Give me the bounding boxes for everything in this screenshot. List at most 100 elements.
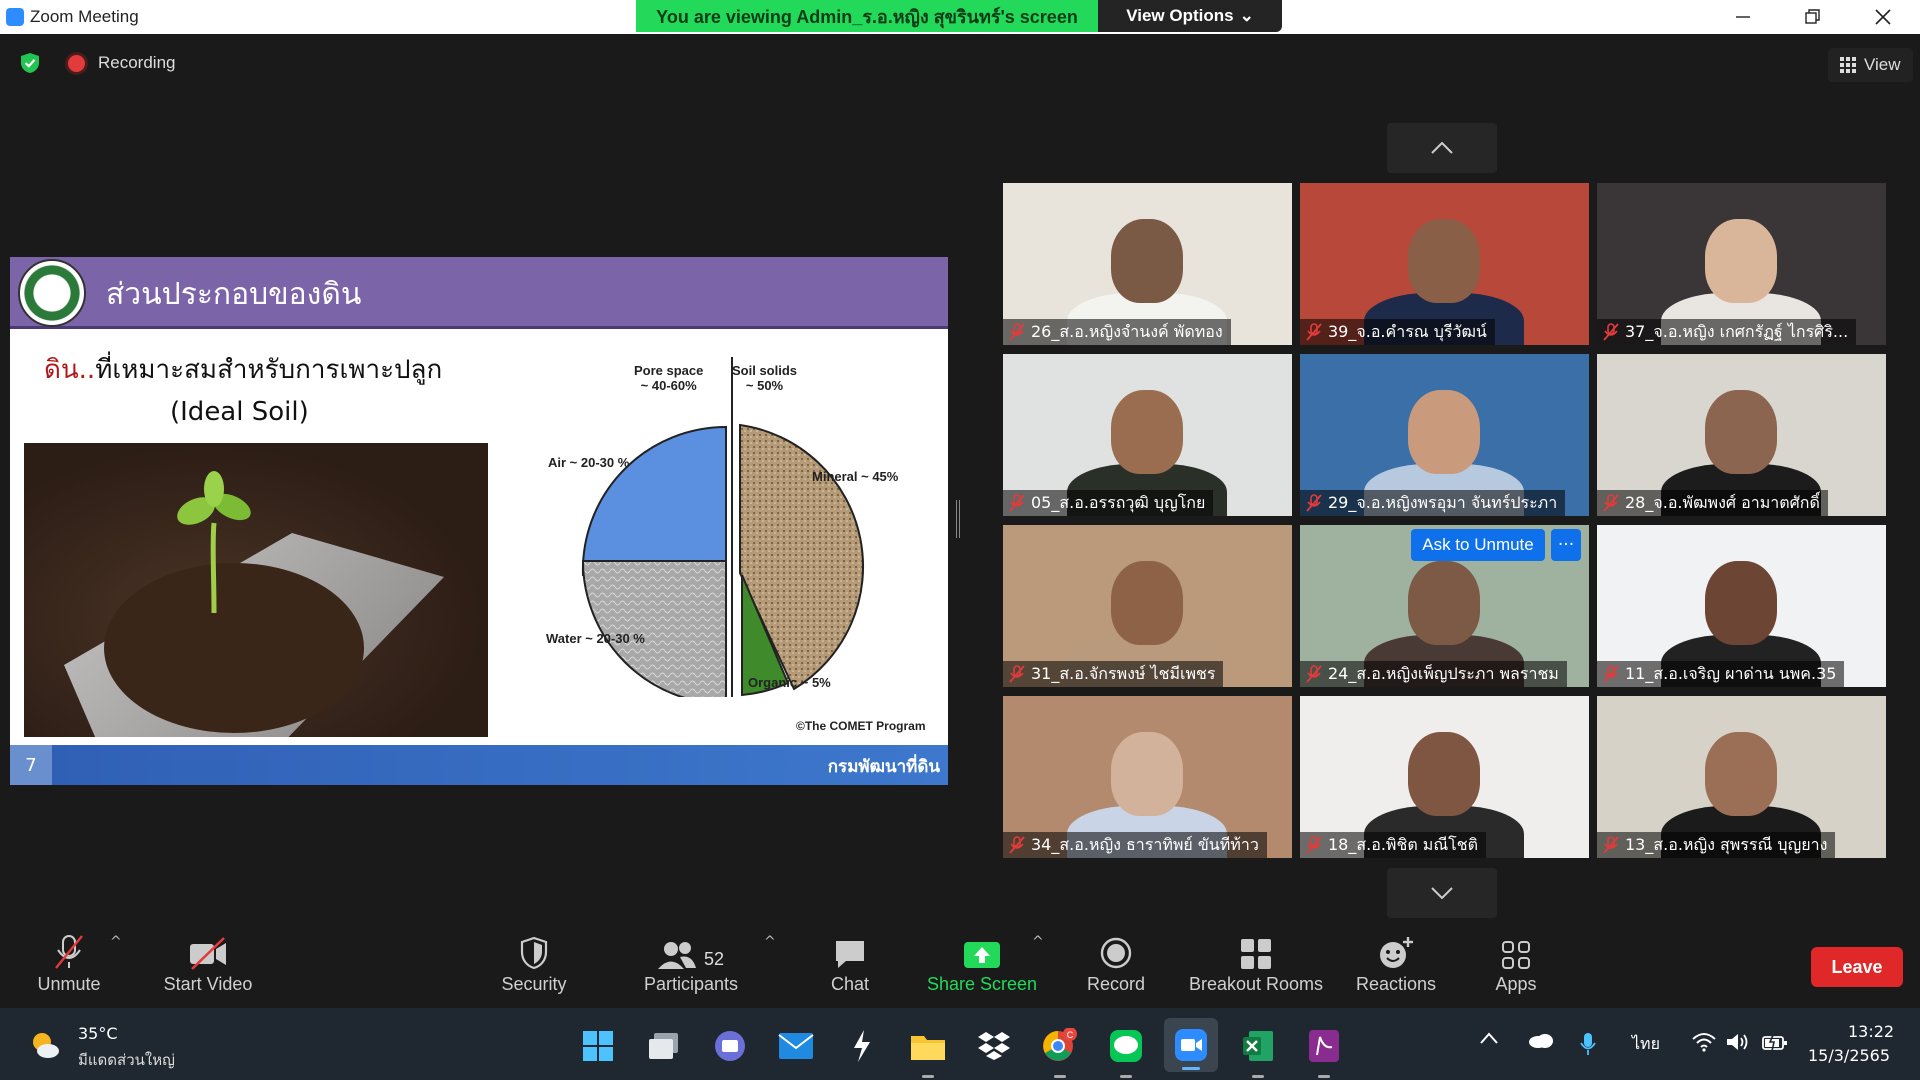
participant-tile[interactable]: 28_จ.อ.พัฒพงศ์ อามาตศักดิ์ — [1597, 354, 1886, 516]
file-explorer-app[interactable] — [908, 1026, 948, 1078]
task-view-button[interactable] — [644, 1026, 684, 1066]
chat-bubble-icon — [836, 941, 864, 968]
leave-meeting-button[interactable]: Leave — [1811, 947, 1903, 987]
teams-chat-app[interactable] — [710, 1026, 750, 1066]
minimize-icon — [1736, 16, 1750, 18]
soil-solids-text: Soil solids — [732, 363, 798, 378]
share-screen-button[interactable]: Share Screen — [920, 920, 1044, 1008]
microphone-tray[interactable] — [1580, 1032, 1596, 1056]
participant-tile[interactable]: 13_ส.อ.หญิง สุพรรณี บุญยาง — [1597, 696, 1886, 858]
input-language[interactable]: ไทย — [1632, 1032, 1660, 1057]
show-hidden-icons-button[interactable] — [1480, 1032, 1498, 1044]
share-options-caret[interactable]: ^ — [1032, 934, 1044, 950]
participant-name: 05_ส.อ.อรรถวุฒิ บุญโกย — [1031, 492, 1206, 512]
excel-app[interactable] — [1238, 1026, 1278, 1078]
minimize-button[interactable] — [1713, 0, 1773, 34]
participant-tile[interactable]: 39_จ.อ.คำรณ บุรีวัฒน์ — [1300, 183, 1589, 345]
weather-description[interactable]: มีแดดส่วนใหญ่ — [78, 1048, 175, 1072]
slide-subtitle: ดิน..ที่เหมาะสมสำหรับการเพาะปลูก — [44, 349, 442, 390]
clock-date[interactable]: 15/3/2565 — [1808, 1046, 1890, 1065]
security-button[interactable]: Security — [490, 920, 578, 1008]
organic-label: Organic ~ 5% — [748, 675, 831, 690]
grid-icon — [1840, 57, 1856, 73]
participants-icon — [657, 942, 696, 969]
slide-page-number: 7 — [10, 745, 52, 785]
participant-tile[interactable]: 29_จ.อ.หญิงพรอุมา จันทร์ประภา — [1300, 354, 1589, 516]
audio-options-caret[interactable]: ^ — [110, 934, 122, 950]
windows-logo-icon — [583, 1031, 613, 1061]
participant-tile[interactable]: 05_ส.อ.อรรถวุฒิ บุญโกย — [1003, 354, 1292, 516]
microphone-muted-icon — [1603, 323, 1619, 341]
encryption-shield-icon[interactable] — [20, 52, 40, 74]
security-shield-icon — [520, 936, 548, 970]
participant-tile[interactable]: 11_ส.อ.เจริญ ผาด่าน นพค.35 — [1597, 525, 1886, 687]
restore-button[interactable] — [1783, 0, 1843, 34]
clock-time[interactable]: 13:22 — [1848, 1022, 1894, 1041]
apps-button[interactable]: Apps — [1480, 920, 1552, 1008]
panel-splitter-handle[interactable] — [956, 500, 960, 538]
line-app[interactable] — [1106, 1026, 1146, 1078]
soil-composition-pie — [581, 357, 865, 697]
battery-charging-icon — [1762, 1032, 1787, 1052]
running-indicator — [922, 1075, 934, 1078]
weather-temperature[interactable]: 35°C — [78, 1024, 118, 1043]
share-screen-icon — [964, 942, 1000, 968]
participant-face — [1408, 219, 1480, 303]
chat-button[interactable]: Chat — [810, 920, 890, 1008]
participant-face — [1111, 732, 1183, 816]
participant-face — [1111, 390, 1183, 474]
participant-face — [1705, 219, 1777, 303]
close-button[interactable] — [1853, 0, 1913, 34]
start-video-label: Start Video — [163, 974, 253, 994]
participant-tile[interactable]: 18_ส.อ.พิชิต มณีโชติ — [1300, 696, 1589, 858]
air-label: Air ~ 20-30 % — [548, 455, 630, 470]
participant-face — [1705, 561, 1777, 645]
onedrive-tray[interactable] — [1528, 1032, 1554, 1048]
gallery-prev-page-button[interactable] — [1387, 123, 1497, 173]
participant-tile[interactable]: 34_ส.อ.หญิง ธาราทิพย์ ขันทีท้าว — [1003, 696, 1292, 858]
participant-name: 24_ส.อ.หญิงเพ็ญประภา พลราชม — [1328, 663, 1559, 683]
chevron-down-icon — [1431, 887, 1453, 899]
start-video-button[interactable]: Start Video — [156, 920, 260, 1008]
windows-taskbar: 35°C มีแดดส่วนใหญ่ C ไทย 13:22 15/3/2565 — [0, 1008, 1920, 1080]
microphone-muted-icon — [1009, 323, 1025, 341]
participant-name: 37_จ.อ.หญิง เกศกรัฏฐ์ ไกรศิริ... — [1625, 321, 1849, 341]
participant-tile[interactable]: 26_ส.อ.หญิงจำนงค์ พัดทอง — [1003, 183, 1292, 345]
record-icon — [1100, 937, 1132, 969]
tile-more-options-button[interactable]: ··· — [1551, 529, 1581, 561]
view-options-button[interactable]: View Options ⌄ — [1098, 0, 1282, 32]
battery-tray[interactable] — [1762, 1032, 1788, 1052]
video-off-icon — [190, 937, 226, 970]
pdf-app[interactable] — [1304, 1026, 1344, 1078]
dropbox-app[interactable] — [974, 1026, 1014, 1066]
chrome-profile-badge: C — [1067, 1030, 1074, 1040]
mail-app[interactable] — [776, 1026, 816, 1066]
start-menu-button[interactable] — [578, 1026, 618, 1066]
folder-icon — [911, 1036, 945, 1060]
bolt-app[interactable] — [842, 1026, 882, 1066]
mineral-label: Mineral ~ 45% — [812, 469, 899, 484]
chrome-app[interactable]: C — [1040, 1026, 1080, 1078]
dropbox-icon — [978, 1032, 1010, 1060]
meeting-status-row: Recording View — [0, 40, 1920, 88]
reactions-button[interactable]: Reactions — [1350, 920, 1442, 1008]
unmute-button[interactable]: Unmute — [24, 920, 114, 1008]
participant-tile[interactable]: 31_ส.อ.จักรพงษ์ ไชมีเพชร — [1003, 525, 1292, 687]
zoom-app-icon — [6, 8, 24, 26]
participants-button[interactable]: 52 Participants — [636, 920, 746, 1008]
apps-label: Apps — [1495, 974, 1537, 994]
ask-to-unmute-button[interactable]: Ask to Unmute — [1411, 529, 1545, 561]
participant-name: 34_ส.อ.หญิง ธาราทิพย์ ขันทีท้าว — [1031, 834, 1259, 854]
pdf-icon — [1309, 1030, 1339, 1062]
view-layout-button[interactable]: View — [1828, 48, 1913, 82]
gallery-next-page-button[interactable] — [1387, 868, 1497, 918]
breakout-rooms-button[interactable]: Breakout Rooms — [1180, 920, 1332, 1008]
participant-tile[interactable]: 37_จ.อ.หญิง เกศกรัฏฐ์ ไกรศิริ... — [1597, 183, 1886, 345]
participant-name: 31_ส.อ.จักรพงษ์ ไชมีเพชร — [1031, 663, 1216, 683]
wifi-tray[interactable] — [1692, 1032, 1716, 1052]
volume-tray[interactable] — [1726, 1032, 1750, 1052]
zoom-app[interactable] — [1164, 1018, 1218, 1072]
weather-sun-cloud-icon[interactable] — [30, 1030, 60, 1060]
participants-options-caret[interactable]: ^ — [764, 934, 776, 950]
record-button[interactable]: Record — [1076, 920, 1156, 1008]
